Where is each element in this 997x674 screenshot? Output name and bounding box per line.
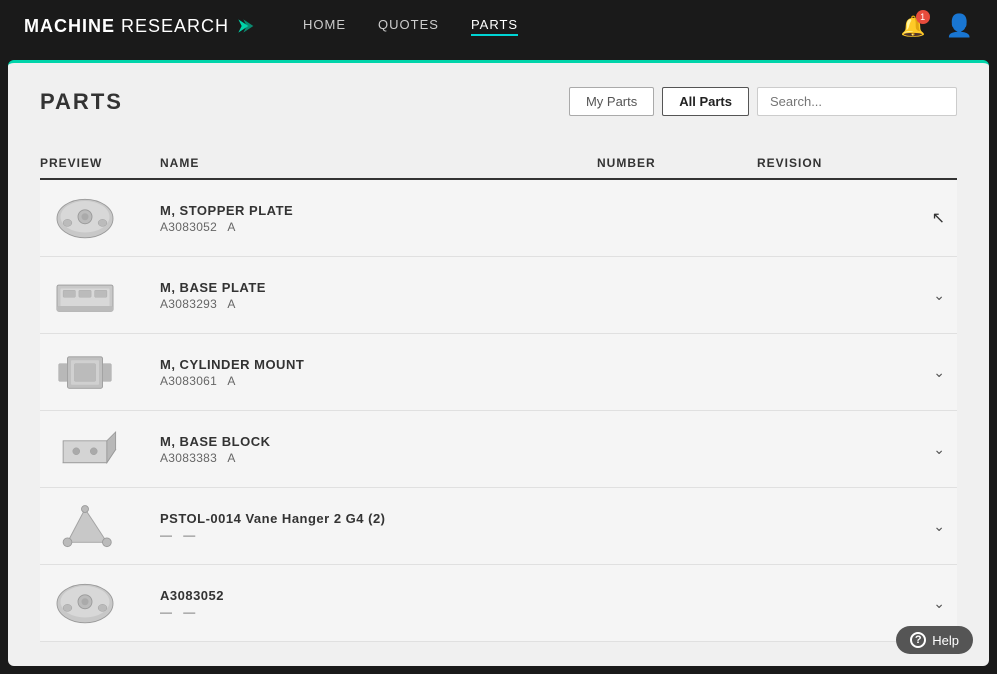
table-row[interactable]: M, STOPPER PLATE A3083052 A ↖ bbox=[40, 180, 957, 257]
chevron-icon: ⌄ bbox=[933, 441, 945, 458]
part-name-5: PSTOL-0014 Vane Hanger 2 G4 (2) bbox=[160, 511, 597, 526]
nav-quotes[interactable]: QUOTES bbox=[378, 17, 439, 36]
user-avatar-icon[interactable]: 👤 bbox=[946, 13, 973, 39]
main-content: PARTS My Parts All Parts PREVIEW NAME NU… bbox=[8, 60, 989, 666]
search-input[interactable] bbox=[757, 87, 957, 116]
chevron-cell-2: ⌄ bbox=[917, 287, 957, 304]
col-preview: PREVIEW bbox=[40, 156, 160, 170]
my-parts-button[interactable]: My Parts bbox=[569, 87, 654, 116]
chevron-icon: ⌄ bbox=[933, 287, 945, 304]
part-name-6: A3083052 bbox=[160, 588, 597, 603]
notification-bell[interactable]: 🔔 1 bbox=[901, 14, 926, 39]
brand-research: RESEARCH bbox=[121, 16, 229, 37]
chevron-cell-6: ⌄ bbox=[917, 595, 957, 612]
chevron-cell-1: ↖ bbox=[917, 208, 957, 228]
parts-list: M, STOPPER PLATE A3083052 A ↖ bbox=[40, 180, 957, 642]
col-actions bbox=[917, 156, 957, 170]
table-row[interactable]: M, BASE BLOCK A3083383 A ⌄ bbox=[40, 411, 957, 488]
part-info-1: M, STOPPER PLATE A3083052 A bbox=[160, 203, 597, 234]
nav-parts[interactable]: PARTS bbox=[471, 17, 518, 36]
page-header: PARTS My Parts All Parts bbox=[40, 87, 957, 116]
table-header: PREVIEW NAME NUMBER REVISION bbox=[40, 148, 957, 180]
part-sub-3: A3083061 A bbox=[160, 374, 597, 388]
part-preview-4 bbox=[40, 419, 130, 479]
table-row[interactable]: A3083052 — — ⌄ bbox=[40, 565, 957, 642]
col-revision: REVISION bbox=[757, 156, 917, 170]
col-name: NAME bbox=[160, 156, 597, 170]
header-controls: My Parts All Parts bbox=[569, 87, 957, 116]
part-sub-4: A3083383 A bbox=[160, 451, 597, 465]
nav-links: HOME QUOTES PARTS bbox=[303, 17, 518, 36]
part-name-2: M, BASE PLATE bbox=[160, 280, 597, 295]
help-button[interactable]: ? Help bbox=[896, 626, 973, 654]
part-sub-6: — — bbox=[160, 605, 597, 619]
table-row[interactable]: PSTOL-0014 Vane Hanger 2 G4 (2) — — ⌄ bbox=[40, 488, 957, 565]
chevron-cell-4: ⌄ bbox=[917, 441, 957, 458]
part-thumbnail-3 bbox=[50, 345, 120, 400]
part-info-6: A3083052 — — bbox=[160, 588, 597, 619]
chevron-cell-5: ⌄ bbox=[917, 518, 957, 535]
part-preview-1 bbox=[40, 188, 130, 248]
brand-logo[interactable]: MACHINE RESEARCH bbox=[24, 16, 255, 37]
all-parts-button[interactable]: All Parts bbox=[662, 87, 749, 116]
help-icon: ? bbox=[910, 632, 926, 648]
nav-home[interactable]: HOME bbox=[303, 17, 346, 36]
chevron-cell-3: ⌄ bbox=[917, 364, 957, 381]
part-info-3: M, CYLINDER MOUNT A3083061 A bbox=[160, 357, 597, 388]
table-row[interactable]: M, BASE PLATE A3083293 A ⌄ bbox=[40, 257, 957, 334]
part-info-2: M, BASE PLATE A3083293 A bbox=[160, 280, 597, 311]
chevron-icon: ⌄ bbox=[933, 518, 945, 535]
part-info-4: M, BASE BLOCK A3083383 A bbox=[160, 434, 597, 465]
part-preview-3 bbox=[40, 342, 130, 402]
navbar: MACHINE RESEARCH HOME QUOTES PARTS 🔔 1 👤 bbox=[0, 0, 997, 52]
part-sub-5: — — bbox=[160, 528, 597, 542]
part-thumbnail-2 bbox=[50, 268, 120, 323]
chevron-icon: ⌄ bbox=[933, 595, 945, 612]
part-thumbnail-4 bbox=[50, 422, 120, 477]
part-preview-5 bbox=[40, 496, 130, 556]
part-thumbnail-1 bbox=[50, 191, 120, 246]
chevron-icon: ⌄ bbox=[933, 364, 945, 381]
part-preview-6 bbox=[40, 573, 130, 633]
help-label: Help bbox=[932, 633, 959, 648]
notification-badge: 1 bbox=[916, 10, 930, 24]
part-sub-2: A3083293 A bbox=[160, 297, 597, 311]
part-preview-2 bbox=[40, 265, 130, 325]
cursor-icon: ↖ bbox=[932, 208, 945, 228]
page-title: PARTS bbox=[40, 89, 123, 115]
part-name-1: M, STOPPER PLATE bbox=[160, 203, 597, 218]
brand-machine: MACHINE bbox=[24, 16, 115, 37]
table-row[interactable]: M, CYLINDER MOUNT A3083061 A ⌄ bbox=[40, 334, 957, 411]
part-sub-1: A3083052 A bbox=[160, 220, 597, 234]
part-thumbnail-5 bbox=[50, 499, 120, 554]
part-info-5: PSTOL-0014 Vane Hanger 2 G4 (2) — — bbox=[160, 511, 597, 542]
part-thumbnail-6 bbox=[50, 576, 120, 631]
part-name-4: M, BASE BLOCK bbox=[160, 434, 597, 449]
brand-chevron-icon bbox=[235, 16, 255, 36]
nav-right: 🔔 1 👤 bbox=[901, 13, 973, 39]
part-name-3: M, CYLINDER MOUNT bbox=[160, 357, 597, 372]
col-number: NUMBER bbox=[597, 156, 757, 170]
